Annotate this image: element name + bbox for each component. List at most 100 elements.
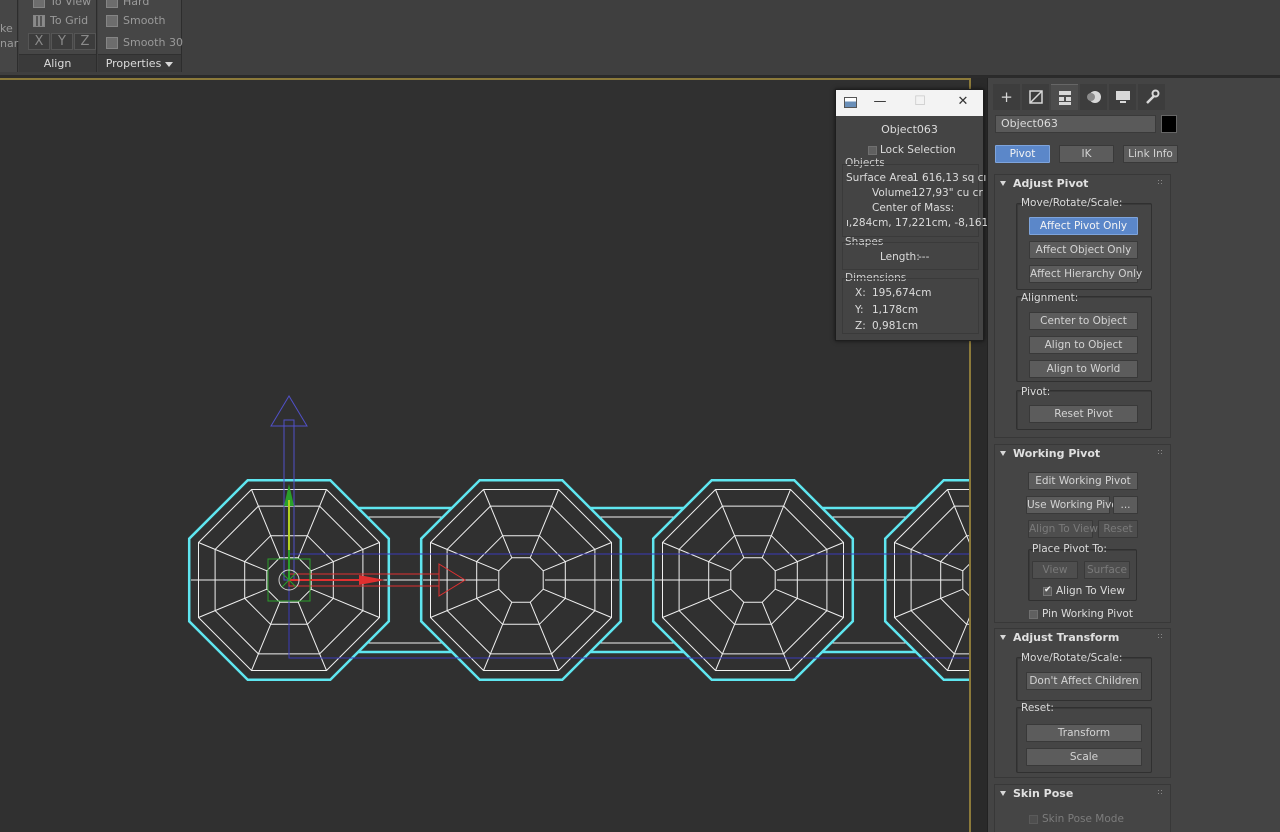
lock-selection-checkbox[interactable]: Lock Selection	[868, 144, 983, 156]
reset-transform-button[interactable]: Transform	[1026, 724, 1142, 742]
ribbon-toolbar: ke nar To View To Grid X Y Z Align Hard …	[0, 0, 1280, 76]
transform-move-rotate-scale-label: Move/Rotate/Scale:	[1021, 652, 1123, 664]
hard-icon	[106, 0, 118, 8]
ik-mode-button[interactable]: IK	[1059, 145, 1114, 163]
pin-working-pivot-label: Pin Working Pivot	[1042, 608, 1133, 620]
skin-pose-header[interactable]: Skin Pose	[995, 785, 1170, 803]
drag-grip-icon[interactable]	[1157, 179, 1164, 186]
working-pivot-title: Working Pivot	[1013, 447, 1101, 460]
to-grid-button[interactable]: To Grid	[33, 14, 88, 27]
dont-affect-children-button[interactable]: Don't Affect Children	[1026, 672, 1142, 690]
close-icon[interactable]: ✕	[953, 94, 973, 112]
axis-x-button[interactable]: X	[28, 33, 50, 50]
adjust-pivot-rollout: Adjust Pivot Move/Rotate/Scale: Affect P…	[994, 174, 1171, 438]
collapse-icon	[1000, 451, 1006, 456]
drag-grip-icon[interactable]	[1157, 633, 1164, 640]
volume-label: Volume:	[872, 187, 915, 199]
z-axis-arrow-icon	[270, 395, 308, 427]
to-view-button[interactable]: To View	[33, 0, 91, 8]
working-pivot-rollout: Working Pivot Edit Working Pivot Use Wor…	[994, 444, 1171, 623]
collapse-icon	[1000, 791, 1006, 796]
window-icon	[844, 97, 857, 108]
axis-y-button[interactable]: Y	[51, 33, 73, 50]
utilities-icon[interactable]	[1138, 84, 1165, 110]
align-to-world-button[interactable]: Align to World	[1029, 360, 1138, 378]
working-pivot-header[interactable]: Working Pivot	[995, 445, 1170, 463]
dialog-titlebar[interactable]: — ☐ ✕	[836, 90, 983, 116]
align-to-view-button[interactable]: Align To View	[1028, 520, 1098, 538]
place-surface-button[interactable]: Surface	[1084, 561, 1130, 579]
dialog-object-name: Object063	[881, 123, 938, 136]
center-of-mass-label: Center of Mass:	[872, 202, 955, 214]
dim-z-value: 0,981cm	[872, 320, 919, 332]
hierarchy-icon[interactable]	[1051, 84, 1078, 110]
link-info-mode-button[interactable]: Link Info	[1123, 145, 1178, 163]
edit-working-pivot-button[interactable]: Edit Working Pivot	[1028, 472, 1138, 490]
pin-working-pivot-checkbox[interactable]: Pin Working Pivot	[1029, 608, 1133, 620]
adjust-transform-header[interactable]: Adjust Transform	[995, 629, 1170, 647]
hard-label: Hard	[123, 0, 150, 8]
ribbon-panel-partial: ke nar	[0, 0, 18, 72]
affect-object-only-button[interactable]: Affect Object Only	[1029, 241, 1138, 259]
dim-x-value: 195,674cm	[872, 287, 932, 299]
drag-grip-icon[interactable]	[1157, 789, 1164, 796]
skin-pose-mode-label: Skin Pose Mode	[1042, 813, 1124, 825]
align-to-view-checkbox[interactable]: Align To View	[1043, 585, 1125, 597]
command-panel: + Object063 Pivot IK Link Info Adjust Pi…	[987, 78, 1280, 832]
lock-selection-label: Lock Selection	[880, 144, 956, 156]
drag-grip-icon[interactable]	[1157, 449, 1164, 456]
reset-pivot-button[interactable]: Reset Pivot	[1029, 405, 1138, 423]
pivot-mode-button[interactable]: Pivot	[995, 145, 1050, 163]
affect-pivot-only-button[interactable]: Affect Pivot Only	[1029, 217, 1138, 235]
dim-y-label: Y:	[855, 304, 864, 316]
axis-z-button[interactable]: Z	[74, 33, 96, 50]
grid-icon	[33, 14, 45, 27]
smooth-button[interactable]: Smooth	[106, 14, 165, 27]
adjust-pivot-title: Adjust Pivot	[1013, 177, 1089, 190]
properties-panel: Hard Smooth Smooth 30 Properties	[98, 0, 183, 72]
reset-scale-button[interactable]: Scale	[1026, 748, 1142, 766]
to-view-icon	[33, 0, 45, 8]
affect-hierarchy-only-button[interactable]: Affect Hierarchy Only	[1029, 265, 1142, 283]
minimize-icon[interactable]: —	[870, 94, 890, 112]
collapse-icon	[1000, 635, 1006, 640]
modify-icon[interactable]	[1022, 84, 1049, 110]
checkmark-icon[interactable]	[1043, 585, 1052, 596]
checkbox[interactable]	[1029, 609, 1038, 619]
smooth30-label: Smooth 30	[123, 36, 183, 49]
pivot-label: Pivot:	[1021, 386, 1051, 398]
center-to-object-button[interactable]: Center to Object	[1029, 312, 1138, 330]
to-view-label: To View	[50, 0, 92, 8]
transform-reset-label: Reset:	[1021, 702, 1054, 714]
align-to-view-check-label: Align To View	[1056, 585, 1125, 597]
display-icon[interactable]	[1109, 84, 1136, 110]
dim-x-label: X:	[855, 287, 866, 299]
smooth-label: Smooth	[123, 14, 166, 27]
working-pivot-options-button[interactable]: ...	[1113, 496, 1138, 514]
object-color-swatch[interactable]	[1161, 115, 1177, 133]
surface-area-value: 1 616,13 sq cı	[912, 172, 987, 184]
use-working-pivot-button[interactable]: Use Working Pivot	[1026, 496, 1122, 514]
properties-panel-label: Properties	[105, 57, 162, 70]
properties-panel-dropdown[interactable]: Properties	[98, 54, 181, 72]
move-rotate-scale-label: Move/Rotate/Scale:	[1021, 197, 1123, 209]
checkbox[interactable]	[1029, 814, 1038, 824]
partial-label-1: ke	[0, 22, 13, 35]
place-view-button[interactable]: View	[1032, 561, 1078, 579]
align-panel: To View To Grid X Y Z Align	[19, 0, 97, 72]
adjust-transform-rollout: Adjust Transform Move/Rotate/Scale: Don'…	[994, 628, 1171, 778]
length-value: ---	[918, 251, 930, 263]
smooth30-button[interactable]: Smooth 30	[106, 36, 183, 49]
place-pivot-to-label: Place Pivot To:	[1032, 543, 1107, 555]
alignment-label: Alignment:	[1021, 292, 1079, 304]
checkbox[interactable]	[868, 145, 877, 155]
object-name-field[interactable]: Object063	[995, 115, 1156, 133]
hard-button[interactable]: Hard	[106, 0, 149, 8]
reset-working-pivot-button[interactable]: Reset	[1098, 520, 1138, 538]
adjust-pivot-header[interactable]: Adjust Pivot	[995, 175, 1170, 193]
skin-pose-mode-checkbox[interactable]: Skin Pose Mode	[1029, 813, 1124, 825]
create-icon[interactable]: +	[993, 84, 1020, 110]
align-to-object-button[interactable]: Align to Object	[1029, 336, 1138, 354]
motion-icon[interactable]	[1080, 84, 1107, 110]
maximize-icon[interactable]: ☐	[910, 94, 930, 112]
